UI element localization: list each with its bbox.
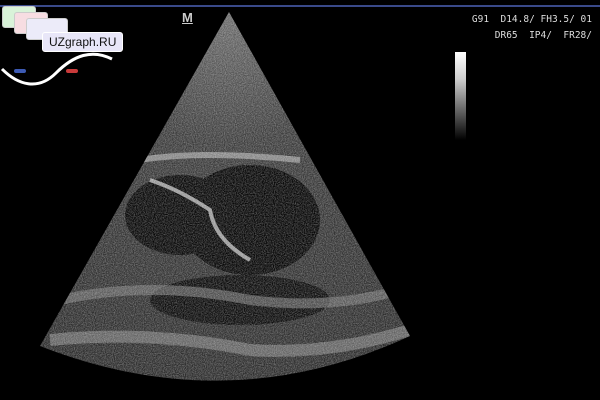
ultrasound-image	[40, 12, 410, 381]
